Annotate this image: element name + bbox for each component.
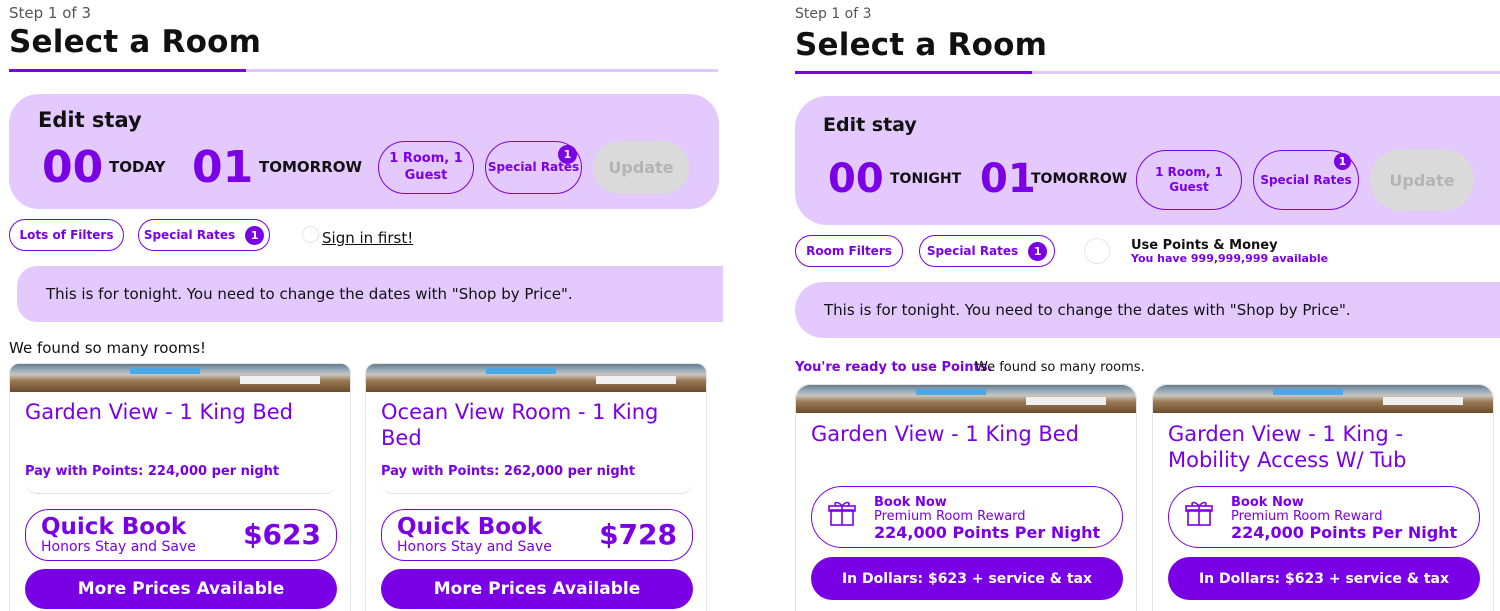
left-panel: Step 1 of 3 Select a Room Edit stay 00 T… bbox=[0, 0, 740, 611]
checkout-day[interactable]: 01 bbox=[192, 142, 253, 193]
quick-book-subtitle: Honors Stay and Save bbox=[41, 539, 196, 555]
special-rates-filter[interactable]: Special Rates 1 bbox=[919, 235, 1055, 267]
edit-stay-panel: Edit stay 00 TODAY 01 TOMORROW 1 Room, 1… bbox=[9, 94, 719, 209]
rooms-guests-button[interactable]: 1 Room, 1 Guest bbox=[1136, 150, 1242, 210]
reward-type: Premium Room Reward bbox=[1231, 509, 1383, 524]
points-reward-button[interactable]: Book Now Premium Room Reward 224,000 Poi… bbox=[811, 486, 1123, 548]
points-reward-button[interactable]: Book Now Premium Room Reward 224,000 Poi… bbox=[1168, 486, 1480, 548]
gift-icon bbox=[1185, 501, 1213, 526]
special-rates-filter-label: Special Rates bbox=[143, 228, 236, 242]
room-name[interactable]: Garden View - 1 King Bed bbox=[811, 421, 1121, 447]
reward-action: Book Now bbox=[874, 495, 947, 510]
page-title: Select a Room bbox=[9, 24, 262, 60]
checkin-label: TONIGHT bbox=[890, 171, 962, 187]
special-rates-filter[interactable]: Special Rates 1 bbox=[138, 219, 270, 251]
step-indicator: Step 1 of 3 bbox=[795, 6, 872, 22]
room-card[interactable]: Ocean View Room - 1 King Bed Pay with Po… bbox=[365, 363, 707, 611]
progress-fill bbox=[9, 69, 246, 72]
special-rates-filter-label: Special Rates bbox=[926, 244, 1019, 258]
points-toggle[interactable] bbox=[302, 226, 319, 243]
filters-button[interactable]: Room Filters bbox=[795, 235, 903, 267]
room-card[interactable]: Garden View - 1 King - Mobility Access W… bbox=[1152, 384, 1494, 611]
room-name[interactable]: Ocean View Room - 1 King Bed bbox=[381, 399, 691, 451]
quick-book-title: Quick Book bbox=[397, 514, 543, 540]
update-button[interactable]: Update bbox=[1370, 149, 1474, 211]
checkout-label: TOMORROW bbox=[1031, 171, 1128, 187]
gift-icon bbox=[828, 501, 856, 526]
card-divider bbox=[25, 482, 337, 494]
date-notice-banner: This is for tonight. You need to change … bbox=[17, 266, 723, 322]
room-card[interactable]: Garden View - 1 King Bed Pay with Points… bbox=[9, 363, 351, 611]
room-photo[interactable] bbox=[366, 364, 706, 392]
checkout-label: TOMORROW bbox=[259, 158, 363, 176]
progress-fill bbox=[795, 71, 1032, 74]
points-ready-text: You're ready to use Points. bbox=[795, 360, 993, 375]
room-name[interactable]: Garden View - 1 King Bed bbox=[25, 399, 335, 425]
date-notice-text: This is for tonight. You need to change … bbox=[824, 301, 1351, 319]
checkin-day[interactable]: 00 bbox=[828, 156, 884, 202]
checkin-label: TODAY bbox=[109, 158, 166, 176]
room-name[interactable]: Garden View - 1 King - Mobility Access W… bbox=[1168, 421, 1478, 473]
points-price: Pay with Points: 224,000 per night bbox=[25, 464, 280, 479]
special-rates-badge: 1 bbox=[1334, 153, 1351, 170]
special-rates-badge: 1 bbox=[558, 145, 577, 164]
more-prices-button[interactable]: More Prices Available bbox=[25, 569, 337, 609]
edit-stay-title: Edit stay bbox=[823, 114, 917, 136]
dollars-price-button[interactable]: In Dollars: $623 + service & tax bbox=[811, 557, 1123, 600]
room-photo[interactable] bbox=[796, 385, 1136, 413]
reward-points: 224,000 Points Per Night bbox=[1231, 523, 1458, 542]
reward-points: 224,000 Points Per Night bbox=[874, 523, 1101, 542]
edit-stay-panel: Edit stay 00 TONIGHT 01 TOMORROW 1 Room,… bbox=[795, 96, 1500, 225]
quick-book-button[interactable]: Quick Book Honors Stay and Save $728 bbox=[381, 509, 693, 561]
more-prices-button[interactable]: More Prices Available bbox=[381, 569, 693, 609]
results-count-text: We found so many rooms. bbox=[975, 360, 1145, 375]
right-panel: Step 1 of 3 Select a Room Edit stay 00 T… bbox=[786, 0, 1500, 611]
points-price: Pay with Points: 262,000 per night bbox=[381, 464, 636, 479]
reward-type: Premium Room Reward bbox=[874, 509, 1026, 524]
reward-action: Book Now bbox=[1231, 495, 1304, 510]
special-rates-filter-badge: 1 bbox=[1028, 241, 1048, 261]
quick-book-price: $623 bbox=[243, 518, 321, 551]
results-count-text: We found so many rooms! bbox=[9, 339, 207, 357]
use-points-title: Use Points & Money bbox=[1131, 238, 1278, 253]
filters-button[interactable]: Lots of Filters bbox=[9, 219, 124, 251]
use-points-toggle[interactable] bbox=[1084, 238, 1110, 264]
points-balance: You have 999,999,999 available bbox=[1131, 252, 1329, 265]
quick-book-subtitle: Honors Stay and Save bbox=[397, 539, 552, 555]
step-indicator: Step 1 of 3 bbox=[9, 4, 92, 22]
filters-button-label: Lots of Filters bbox=[19, 228, 114, 242]
room-card[interactable]: Garden View - 1 King Bed Book Now Premiu… bbox=[795, 384, 1137, 611]
quick-book-price: $728 bbox=[599, 518, 677, 551]
checkout-day[interactable]: 01 bbox=[980, 156, 1036, 202]
sign-in-link[interactable]: Sign in first! bbox=[322, 229, 413, 247]
quick-book-button[interactable]: Quick Book Honors Stay and Save $623 bbox=[25, 509, 337, 561]
date-notice-text: This is for tonight. You need to change … bbox=[46, 285, 573, 303]
room-photo[interactable] bbox=[1153, 385, 1493, 413]
edit-stay-title: Edit stay bbox=[38, 108, 142, 132]
date-notice-banner: This is for tonight. You need to change … bbox=[795, 282, 1500, 338]
card-divider bbox=[381, 482, 693, 494]
rooms-guests-button[interactable]: 1 Room, 1 Guest bbox=[378, 141, 474, 194]
filters-button-label: Room Filters bbox=[806, 244, 892, 258]
checkin-day[interactable]: 00 bbox=[42, 142, 103, 193]
special-rates-filter-badge: 1 bbox=[245, 225, 265, 245]
page-title: Select a Room bbox=[795, 27, 1048, 63]
dollars-price-button[interactable]: In Dollars: $623 + service & tax bbox=[1168, 557, 1480, 600]
update-button[interactable]: Update bbox=[593, 141, 689, 194]
quick-book-title: Quick Book bbox=[41, 514, 187, 540]
room-photo[interactable] bbox=[10, 364, 350, 392]
